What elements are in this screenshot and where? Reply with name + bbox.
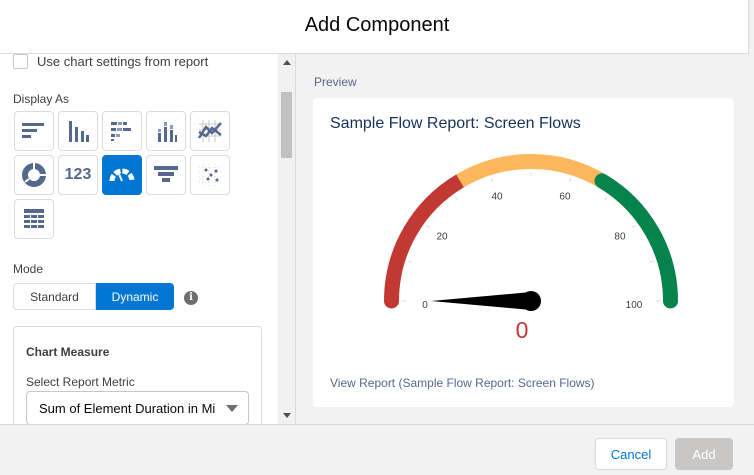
settings-scrollbar[interactable] [278, 54, 295, 424]
chart-type-line[interactable] [190, 111, 230, 151]
chart-measure-title: Chart Measure [26, 345, 110, 359]
gauge-tick-label: 0 [422, 300, 428, 311]
gauge-tick-mark [454, 196, 458, 201]
add-button[interactable]: Add [675, 438, 733, 470]
mode-standard-button[interactable]: Standard [13, 283, 96, 310]
gauge-tick-mark [408, 260, 413, 263]
gauge-tick-label: 40 [491, 191, 503, 202]
gauge-card-title: Sample Flow Report: Screen Flows [330, 115, 581, 132]
chart-measure-card: Chart Measure Select Report Metric Sum o… [13, 326, 262, 424]
gauge-segment-1 [456, 154, 606, 188]
gauge-tick-mark [631, 224, 636, 228]
chevron-down-icon [226, 405, 238, 412]
donut-chart-icon [22, 163, 46, 187]
gauge-tick-mark [604, 196, 608, 201]
chart-type-scatter[interactable] [190, 155, 230, 195]
gauge-chart-icon [109, 168, 135, 182]
mode-toggle-group: Standard Dynamic [13, 283, 174, 310]
chart-type-stacked-horizontal-bar[interactable] [102, 111, 142, 151]
stacked-horizontal-bar-icon [111, 122, 131, 141]
gauge-tick-label: 60 [559, 191, 571, 202]
metric-chart-icon: 123 [64, 166, 92, 183]
chart-type-table[interactable] [14, 199, 54, 239]
stacked-vertical-bar-icon [158, 122, 177, 142]
preview-card: Sample Flow Report: Screen Flows 0 20 40 60… [313, 98, 734, 407]
view-report-link[interactable]: View Report (Sample Flow Report: Screen … [330, 376, 595, 390]
gauge-needle [431, 292, 531, 310]
report-metric-select[interactable]: Sum of Element Duration in Mi [26, 391, 249, 424]
chart-type-donut[interactable] [14, 155, 54, 195]
table-chart-icon [24, 209, 44, 228]
gauge-value-label: 0 [516, 317, 529, 343]
use-report-settings-row[interactable]: Use chart settings from report [13, 54, 208, 69]
gauge-tick-label: 100 [626, 300, 643, 311]
gauge-chart: 0 20 40 60 80 100 0 [384, 154, 678, 343]
info-icon[interactable]: i [184, 291, 198, 305]
chart-type-funnel[interactable] [146, 155, 186, 195]
gauge-segment-2 [594, 173, 678, 309]
display-as-label: Display As [13, 92, 70, 106]
preview-panel: Preview Sample Flow Report: Screen Flows… [295, 54, 754, 424]
preview-label: Preview [314, 75, 357, 89]
gauge-tick-mark [569, 178, 572, 183]
scatter-chart-icon [199, 164, 221, 186]
chart-type-gauge[interactable] [102, 155, 142, 195]
cancel-button[interactable]: Cancel [595, 438, 667, 470]
scroll-up-arrow-icon[interactable] [283, 60, 291, 65]
modal-header: Add Component [0, 0, 754, 54]
line-chart-icon [197, 120, 222, 142]
use-report-settings-checkbox[interactable] [13, 54, 28, 69]
gauge-tick-label: 80 [614, 231, 626, 242]
modal-title: Add Component [304, 14, 450, 36]
chart-type-metric[interactable]: 123 [58, 155, 98, 195]
mode-label: Mode [13, 262, 44, 276]
vertical-bar-chart-icon [69, 121, 89, 142]
window-edge [748, 0, 754, 54]
mode-dynamic-button[interactable]: Dynamic [96, 283, 174, 310]
gauge-segment-0 [384, 173, 468, 309]
use-report-settings-label: Use chart settings from report [37, 54, 209, 69]
chart-type-stacked-vertical-bar[interactable] [146, 111, 186, 151]
chart-type-vertical-bar[interactable] [58, 111, 98, 151]
gauge-tick-mark [490, 178, 493, 183]
chart-type-horizontal-bar[interactable] [14, 111, 54, 151]
scroll-down-arrow-icon[interactable] [283, 413, 291, 418]
gauge-tick-mark [426, 224, 431, 228]
report-metric-value: Sum of Element Duration in Mi [39, 401, 216, 416]
horizontal-bar-chart-icon [22, 123, 44, 138]
scroll-thumb[interactable] [281, 92, 292, 158]
settings-panel: Use chart settings from report Display A… [0, 54, 278, 424]
gauge-tick-mark [649, 260, 654, 263]
funnel-chart-icon [154, 166, 178, 182]
gauge-tick-label: 20 [436, 231, 448, 242]
gauge-needle-hub [521, 291, 541, 311]
report-metric-label: Select Report Metric [26, 375, 135, 389]
modal-footer: Cancel Add [0, 424, 754, 475]
